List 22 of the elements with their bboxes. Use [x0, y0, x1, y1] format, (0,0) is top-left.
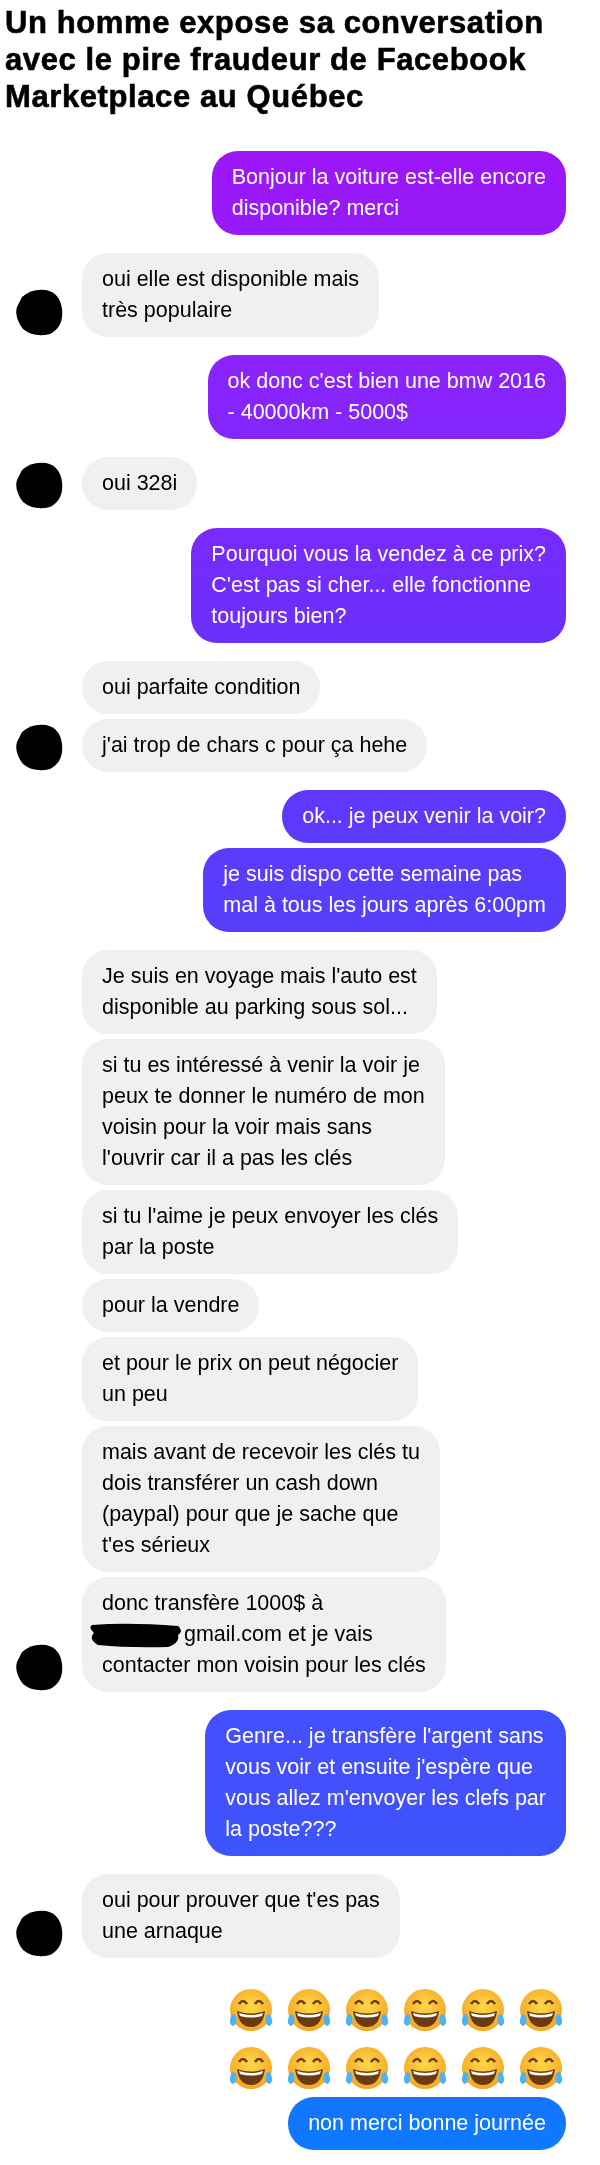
message-bubble: ok... je peux venir la voir?	[282, 790, 566, 843]
message-bubble: oui 328i	[82, 457, 198, 510]
headline: Un homme expose sa conversation avec le pire fraudeur de Facebook Marketplace au Québec	[5, 4, 545, 115]
message-bubble: ok donc c'est bien une bmw 2016 - 40000km - 5000$	[207, 355, 566, 439]
message-text: donc transfère 1000$ à	[102, 1590, 325, 1617]
message-bubble: je suis dispo cette semaine pas mal à tous les jours après 6:00pm	[203, 848, 566, 932]
message-bubble: pour la vendre	[82, 1279, 260, 1332]
message-bubble: oui pour prouver que t'es pas une arnaque	[82, 1874, 400, 1958]
message-bubble: non merci bonne journée	[288, 2097, 566, 2150]
message-bubble: oui parfaite condition	[82, 661, 321, 714]
message-bubble: mais avant de recevoir les clés tu dois transférer un cash down (paypal) pour que je sache que t'es sérieux	[82, 1426, 440, 1572]
message-bubble: et pour le prix on peut négocier un peu	[82, 1337, 419, 1421]
message-bubble: Bonjour la voiture est-elle encore disponible? merci	[211, 151, 566, 235]
message-bubble: Je suis en voyage mais l'auto est disponible au parking sous sol...	[82, 950, 437, 1034]
message-bubble: oui elle est disponible mais très populaire	[82, 253, 379, 337]
message-bubble: si tu l'aime je peux envoyer les clés par la poste	[82, 1190, 459, 1274]
message-bubble: Genre... je transfère l'argent sans vous voir et ensuite j'espère que vous allez m'envoyer les clefs par la poste???	[205, 1710, 566, 1856]
message-text: contacter mon voisin pour les clés	[102, 1652, 426, 1679]
message-text: gmail.com et je vais	[184, 1621, 373, 1648]
message-bubble: si tu es intéressé à venir la voir je peux te donner le numéro de mon voisin pour la voir mais sans l'ouvrir car il a pas les clés	[82, 1039, 445, 1185]
message-bubble: j'ai trop de chars c pour ça hehe	[82, 719, 428, 772]
message-bubble: Pourquoi vous la vendez à ce prix? C'est pas si cher... elle fonctionne toujours bien?	[191, 528, 566, 643]
